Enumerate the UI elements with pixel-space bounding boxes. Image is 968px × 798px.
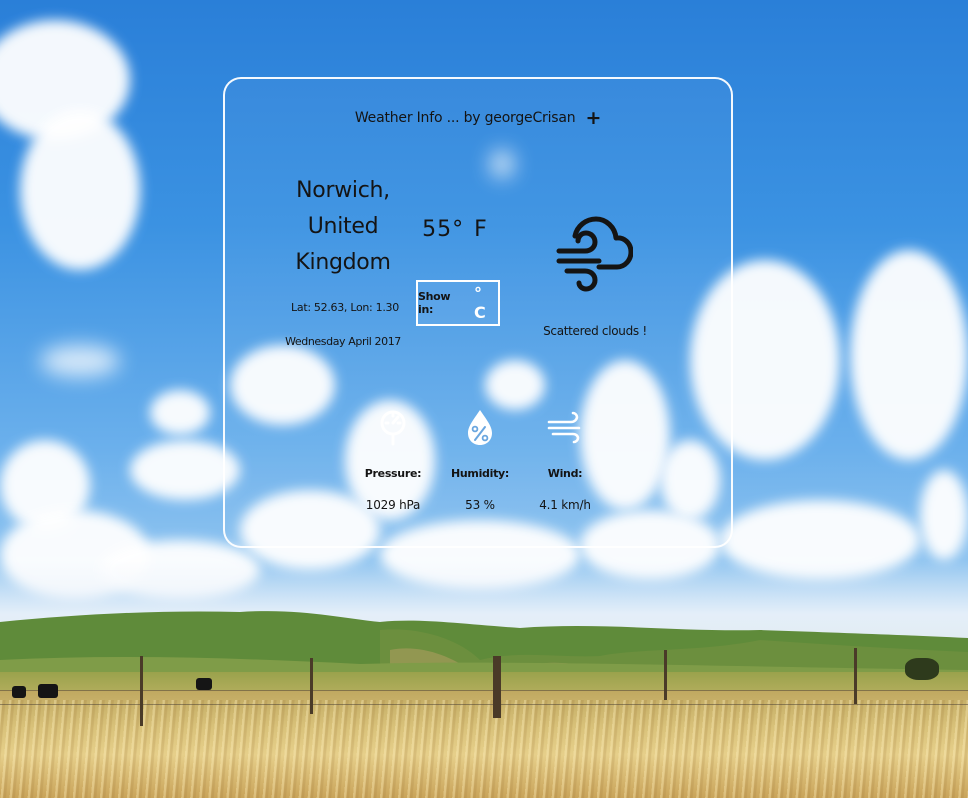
temperature: 55° F: [415, 217, 495, 242]
fence-wire: [0, 704, 968, 705]
barometer-icon: [380, 410, 406, 446]
date: Wednesday April 2017: [285, 335, 401, 348]
pressure-stat: Pressure: 1029 hPa: [353, 407, 433, 512]
fence-post: [493, 656, 501, 718]
weather-card: Weather Info ... by georgeCrisan + Norwic…: [223, 77, 733, 548]
cow: [38, 684, 58, 698]
wind-icon: [547, 411, 581, 444]
wind-label: Wind:: [547, 467, 583, 480]
cloud: [920, 470, 968, 560]
coordinates: Lat: 52.63, Lon: 1.30: [291, 301, 399, 314]
pressure-value: 1029 hPa: [365, 498, 421, 512]
wind-value: 4.1 km/h: [539, 498, 591, 512]
wind-stat: Wind: 4.1 km/h: [525, 407, 605, 512]
toggle-unit: ° C: [474, 284, 486, 322]
fence-post: [140, 656, 143, 726]
fence-post: [664, 650, 667, 700]
humidity-stat: Humidity: 53 %: [440, 407, 520, 512]
condition-text: Scattered clouds !: [543, 324, 647, 338]
fence-wire: [0, 690, 968, 691]
cloud: [20, 110, 140, 270]
fence-post: [310, 658, 313, 714]
location-name: Norwich, United Kingdom: [283, 173, 403, 281]
fence-post: [854, 648, 857, 704]
temperature-unit: F: [474, 217, 488, 242]
city-line: Norwich,: [296, 178, 390, 203]
unit-toggle-button[interactable]: Show in: ° C: [416, 280, 500, 326]
pressure-label: Pressure:: [364, 467, 422, 480]
tree: [905, 658, 939, 680]
cow: [12, 686, 26, 698]
add-icon[interactable]: +: [585, 107, 601, 129]
cloud: [150, 390, 210, 435]
cloud: [850, 250, 968, 460]
card-header: Weather Info ... by georgeCrisan +: [225, 107, 731, 129]
humidity-label: Humidity:: [450, 467, 510, 480]
cloud: [40, 345, 120, 377]
city-line: United: [307, 214, 379, 239]
app-title: Weather Info ... by georgeCrisan: [354, 110, 576, 126]
city-line: Kingdom: [295, 250, 391, 275]
degree-symbol: °: [452, 217, 465, 242]
humidity-drop-icon: [468, 410, 492, 445]
temperature-value: 55: [422, 217, 453, 242]
toggle-label: Show in:: [418, 290, 451, 316]
cloud-wind-icon: [556, 216, 633, 292]
humidity-value: 53 %: [465, 498, 495, 512]
cow: [196, 678, 212, 690]
grass-texture: [0, 700, 968, 798]
